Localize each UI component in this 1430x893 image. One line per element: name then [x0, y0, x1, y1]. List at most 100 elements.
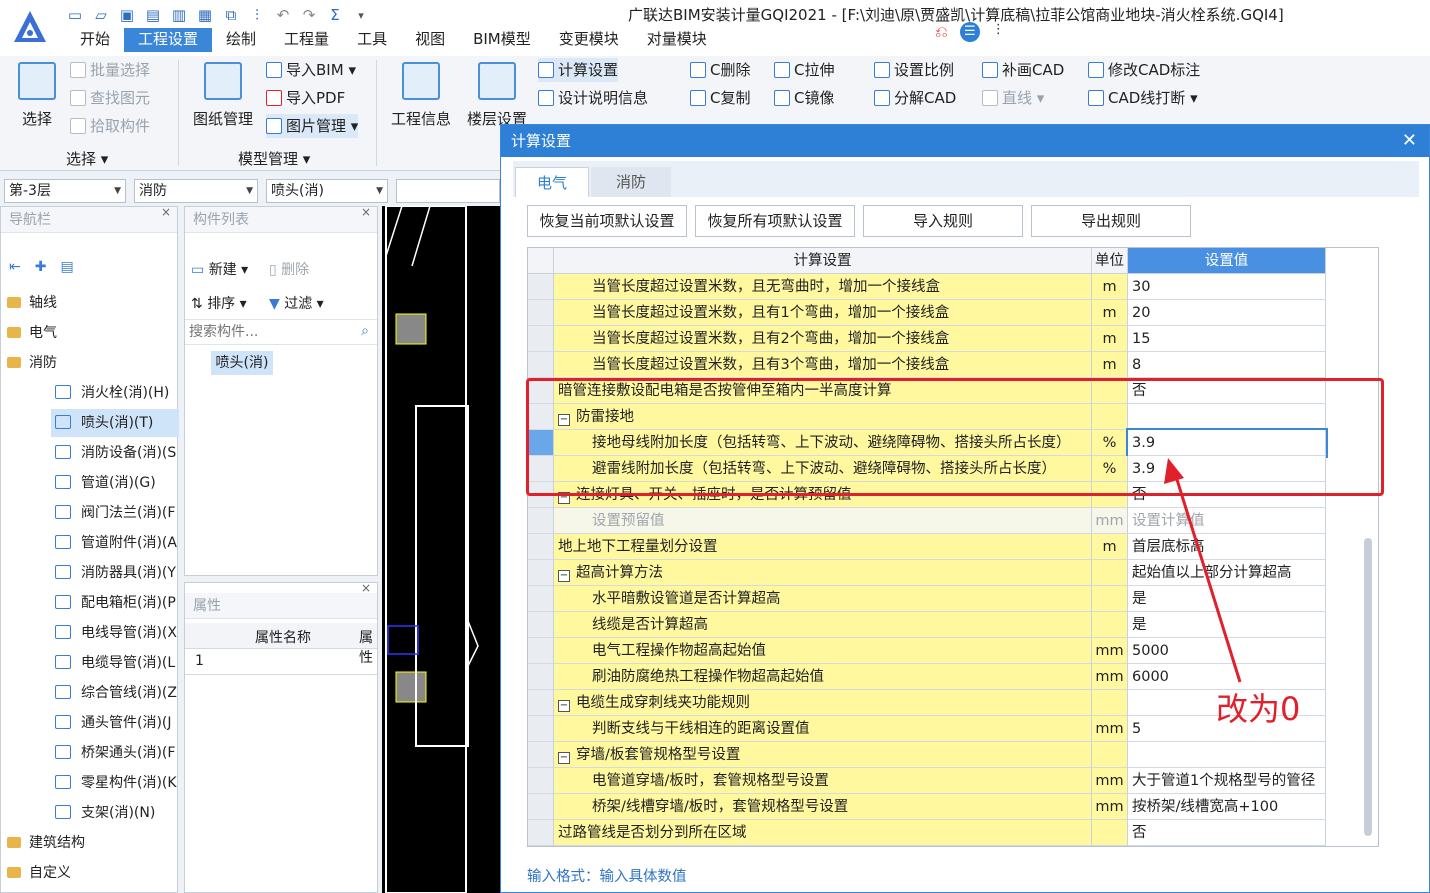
tab-project-settings[interactable]: 工程设置 — [124, 28, 213, 52]
vertical-scrollbar[interactable] — [1364, 538, 1372, 836]
new-file-icon[interactable]: ▭ — [66, 6, 84, 24]
floor-select[interactable]: 第-3层 ▼ — [4, 179, 126, 203]
pick-component-button[interactable]: 拾取构件 — [70, 114, 150, 138]
row-selector[interactable] — [528, 820, 554, 846]
settings-row[interactable]: 过路管线是否划分到所在区域 否 — [528, 820, 1328, 846]
help-icon[interactable]: ☰ — [959, 22, 980, 42]
nav-item-fittings[interactable]: 通头管件(消)(J — [1, 709, 172, 737]
setting-value[interactable]: 按桥架/线槽宽高+100 — [1128, 794, 1326, 820]
tab-tools[interactable]: 工具 — [343, 28, 401, 52]
row-selector[interactable] — [528, 534, 554, 560]
calc-settings-button[interactable]: 计算设置 — [538, 58, 619, 82]
row-selector[interactable] — [528, 690, 554, 716]
component-item[interactable]: 喷头(消) — [211, 351, 273, 375]
cad-canvas[interactable] — [382, 206, 500, 893]
nav-folder-fire[interactable]: 消防 — [1, 349, 57, 377]
project-info-button[interactable]: 工程信息 — [388, 56, 454, 140]
setting-value[interactable]: 15 — [1128, 326, 1326, 352]
setting-value[interactable]: 否 — [1128, 820, 1326, 846]
row-selector[interactable] — [528, 768, 554, 794]
row-selector[interactable] — [528, 664, 554, 690]
open-folder-icon[interactable]: ▱ — [92, 6, 110, 24]
settings-row[interactable]: 当管长度超过设置米数，且有3个弯曲，增加一个接线盒 m 8 — [528, 352, 1328, 378]
row-selector[interactable] — [528, 300, 554, 326]
row-selector[interactable] — [528, 794, 554, 820]
property-row[interactable]: 1 — [185, 649, 377, 675]
sort-button[interactable]: ⇅ 排序 ▾ — [191, 293, 247, 313]
nav-folder-electrical[interactable]: 电气 — [1, 319, 57, 347]
tab-change-module[interactable]: 变更模块 — [545, 28, 633, 52]
nav-folder-axis[interactable]: 轴线 — [1, 289, 57, 317]
settings-row[interactable]: 当管长度超过设置米数，且无弯曲时，增加一个接线盒 m 30 — [528, 274, 1328, 300]
filter-button[interactable]: ▼ 过滤 ▾ — [269, 293, 324, 313]
setting-value[interactable]: 8 — [1128, 352, 1326, 378]
pdf-icon[interactable]: ▦ — [196, 6, 214, 24]
nav-item-fire-appliance[interactable]: 消防器具(消)(Y — [1, 559, 176, 587]
customize-icon[interactable]: ▾ — [352, 9, 370, 22]
component-search-input[interactable] — [185, 320, 345, 344]
sum-icon[interactable]: Σ — [326, 6, 344, 24]
pin-icon[interactable]: ⎌ — [935, 22, 948, 42]
export-rules-button[interactable]: 导出规则 — [1031, 205, 1191, 237]
nav-item-valve[interactable]: 阀门法兰(消)(F — [1, 499, 175, 527]
cad-stretch-button[interactable]: C拉伸 — [774, 58, 834, 82]
expand-icon[interactable]: ✚ — [35, 259, 47, 275]
more-icon[interactable]: ⋮ — [992, 22, 1005, 42]
nav-item-wire-conduit[interactable]: 电线导管(消)(X — [1, 619, 177, 647]
row-selector[interactable] — [528, 716, 554, 742]
undo-icon[interactable]: ↶ — [274, 6, 292, 24]
setting-value[interactable] — [1128, 742, 1326, 768]
redraw-cad-button[interactable]: 补画CAD — [982, 58, 1064, 82]
row-selector[interactable] — [528, 638, 554, 664]
nav-item-hydrant[interactable]: 消火栓(消)(H) — [1, 379, 169, 407]
nav-item-pipe[interactable]: 管道(消)(G) — [1, 469, 156, 497]
tab-draw[interactable]: 绘制 — [212, 28, 270, 52]
image-manager-button[interactable]: 图片管理 ▾ — [266, 114, 359, 138]
setting-value[interactable]: 大于管道1个规格型号的管径 — [1128, 768, 1326, 794]
row-selector[interactable] — [528, 560, 554, 586]
tab-compare-module[interactable]: 对量模块 — [633, 28, 721, 52]
nav-item-fire-equipment[interactable]: 消防设备(消)(S — [1, 439, 176, 467]
close-icon[interactable]: ✕ — [1402, 130, 1417, 151]
settings-row[interactable]: − 电缆生成穿刺线夹功能规则 — [528, 690, 1328, 716]
batch-select-button[interactable]: 批量选择 — [70, 58, 150, 82]
extra-select[interactable] — [396, 179, 500, 203]
find-element-button[interactable]: 查找图元 — [70, 86, 150, 110]
settings-row[interactable]: 电管道穿墙/板时，套管规格型号设置 mm 大于管道1个规格型号的管径 — [528, 768, 1328, 794]
drawing-manager-button[interactable]: 图纸管理 — [190, 56, 256, 140]
new-component-button[interactable]: ▭ 新建 ▾ — [191, 259, 248, 279]
component-select[interactable]: 喷头(消) ▼ — [266, 179, 388, 203]
save-icon[interactable]: ▣ — [118, 6, 136, 24]
nav-item-support[interactable]: 支架(消)(N) — [1, 799, 155, 827]
select-button[interactable]: 选择 — [10, 56, 64, 140]
row-selector[interactable] — [528, 326, 554, 352]
tab-start[interactable]: 开始 — [66, 28, 124, 52]
tab-view[interactable]: 视图 — [401, 28, 459, 52]
edit-list-icon[interactable]: ▤ — [60, 259, 73, 275]
nav-item-tray-fittings[interactable]: 桥架通头(消)(F — [1, 739, 175, 767]
collapse-toggle-icon[interactable]: − — [558, 700, 570, 712]
settings-row[interactable]: 当管长度超过设置米数，且有1个弯曲，增加一个接线盒 m 20 — [528, 300, 1328, 326]
category-select[interactable]: 消防 ▼ — [134, 179, 258, 203]
row-selector[interactable] — [528, 352, 554, 378]
delete-component-button[interactable]: ▯ 删除 — [269, 259, 309, 279]
model-group-label[interactable]: 模型管理 ▾ — [238, 148, 310, 169]
explode-cad-button[interactable]: 分解CAD — [874, 86, 956, 110]
close-icon[interactable]: × — [161, 205, 171, 219]
cad-copy-button[interactable]: C复制 — [690, 86, 750, 110]
nav-folder-custom[interactable]: 自定义 — [1, 859, 71, 887]
close-icon[interactable]: × — [361, 581, 371, 595]
copy-icon[interactable]: ⧉ — [222, 6, 240, 24]
edit-cad-annotation-button[interactable]: 修改CAD标注 — [1088, 58, 1200, 82]
nav-item-combined-lines[interactable]: 综合管线(消)(Z — [1, 679, 177, 707]
nav-folder-structure[interactable]: 建筑结构 — [1, 829, 85, 857]
design-info-button[interactable]: 设计说明信息 — [538, 86, 648, 110]
export-icon[interactable]: ▤ — [144, 6, 162, 24]
nav-item-sprinkler[interactable]: 喷头(消)(T) — [51, 409, 179, 437]
set-scale-button[interactable]: 设置比例 — [874, 58, 954, 82]
settings-row[interactable]: 判断支线与干线相连的距离设置值 mm 5 — [528, 716, 1328, 742]
row-selector[interactable] — [528, 586, 554, 612]
row-selector[interactable] — [528, 274, 554, 300]
tab-electrical[interactable]: 电气 — [515, 167, 589, 197]
restore-current-default-button[interactable]: 恢复当前项默认设置 — [527, 205, 687, 237]
